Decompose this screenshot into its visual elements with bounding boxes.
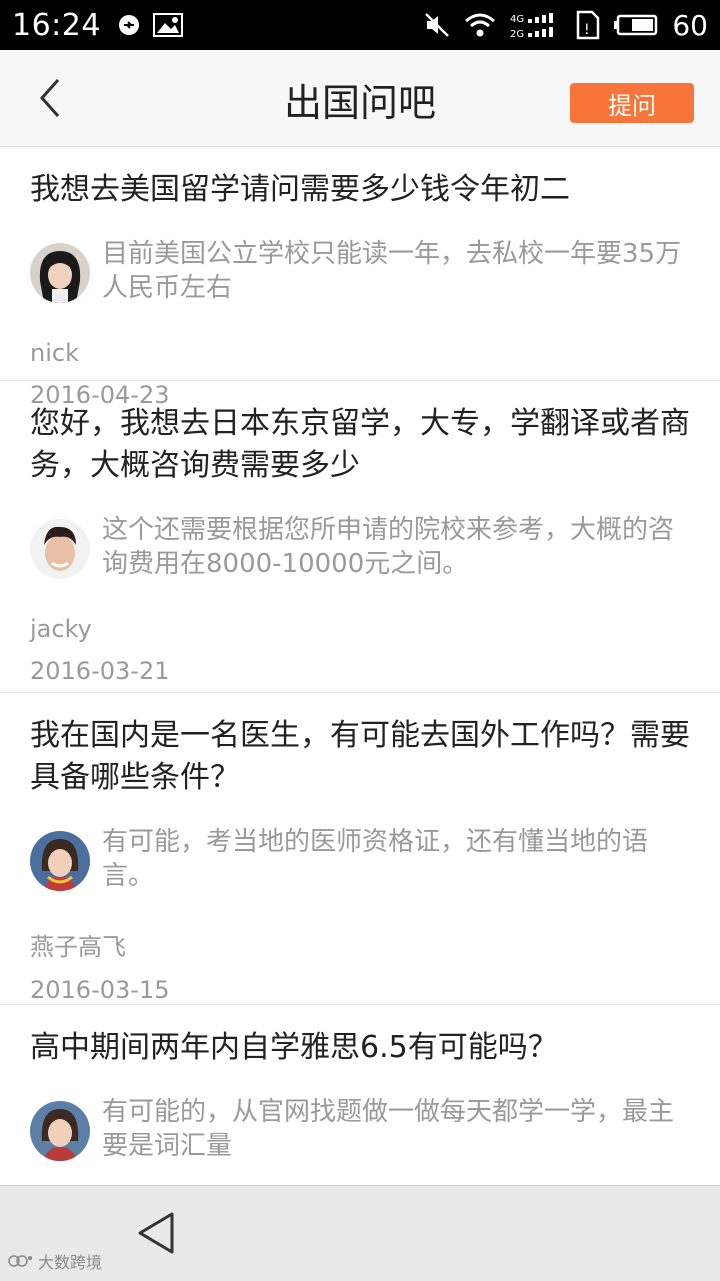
watermark-text: 大数跨境	[38, 1253, 103, 1272]
status-time: 16:24	[12, 7, 101, 43]
ask-question-button[interactable]: 提问	[570, 83, 694, 123]
watermark-logo-icon	[8, 1255, 32, 1267]
status-bar: 16:24 4G 2G ! 60	[0, 0, 720, 50]
avatar	[30, 243, 90, 303]
answer-row: 有可能，考当地的医师资格证，还有懂当地的语言。	[30, 825, 690, 893]
answer-row: 目前美国公立学校只能读一年，去私校一年要35万人民币左右	[30, 237, 690, 305]
sync-icon	[117, 13, 141, 37]
mute-icon	[424, 12, 450, 38]
signal-4g-icon: 4G 2G	[510, 11, 562, 39]
svg-text:!: !	[584, 22, 590, 38]
qa-list[interactable]: 我想去美国留学请问需要多少钱令年初二 目前美国公立学校只能读一年，去私校一年要3…	[0, 147, 720, 1185]
avatar	[30, 831, 90, 891]
image-icon	[152, 13, 183, 37]
avatar	[30, 1101, 90, 1161]
answer-row: 这个还需要根据您所申请的院校来参考，大概的咨询费用在8000-10000元之间。	[30, 513, 690, 581]
app-header: 出国问吧 提问	[0, 50, 720, 147]
list-item[interactable]: 高中期间两年内自学雅思6.5有可能吗？ 有可能的，从官网找题做一做每天都学一学，…	[0, 1005, 720, 1179]
list-item[interactable]: 我想去美国留学请问需要多少钱令年初二 目前美国公立学校只能读一年，去私校一年要3…	[0, 147, 720, 409]
author-name: 燕子高飞	[30, 933, 126, 961]
sim-icon: !	[576, 10, 600, 40]
post-date: 2016-03-21	[30, 657, 170, 685]
post-date: 2016-03-15	[30, 976, 170, 1004]
author-name: nick	[30, 339, 79, 367]
system-nav-bar: 大数跨境	[0, 1185, 720, 1281]
list-item[interactable]: 您好，我想去日本东京留学，大专，学翻译或者商务，大概咨询费需要多少 这个还需要根…	[0, 381, 720, 693]
list-item[interactable]: 我在国内是一名医生，有可能去国外工作吗？需要具备哪些条件？ 有可能，考当地的医师…	[0, 693, 720, 1005]
question-text: 我想去美国留学请问需要多少钱令年初二	[30, 172, 570, 207]
battery-icon	[614, 13, 658, 37]
answer-row: 有可能的，从官网找题做一做每天都学一学，最主要是词汇量	[30, 1095, 690, 1163]
answer-text: 目前美国公立学校只能读一年，去私校一年要35万人民币左右	[102, 239, 682, 303]
svg-text:2G: 2G	[510, 29, 524, 39]
nav-back-button[interactable]	[132, 1208, 182, 1258]
triangle-back-icon	[138, 1212, 174, 1254]
question-text: 您好，我想去日本东京留学，大专，学翻译或者商务，大概咨询费需要多少	[30, 406, 690, 483]
answer-text: 有可能的，从官网找题做一做每天都学一学，最主要是词汇量	[102, 1097, 675, 1161]
wifi-icon	[464, 12, 496, 38]
battery-level: 60	[672, 8, 708, 42]
avatar	[30, 519, 90, 579]
question-text: 高中期间两年内自学雅思6.5有可能吗？	[30, 1030, 558, 1065]
answer-text: 这个还需要根据您所申请的院校来参考，大概的咨询费用在8000-10000元之间。	[102, 515, 675, 579]
question-text: 我在国内是一名医生，有可能去国外工作吗？需要具备哪些条件？	[30, 718, 690, 795]
author-name: jacky	[30, 615, 92, 643]
svg-text:4G: 4G	[510, 14, 524, 25]
answer-text: 有可能，考当地的医师资格证，还有懂当地的语言。	[102, 827, 649, 891]
watermark: 大数跨境	[8, 1249, 102, 1273]
